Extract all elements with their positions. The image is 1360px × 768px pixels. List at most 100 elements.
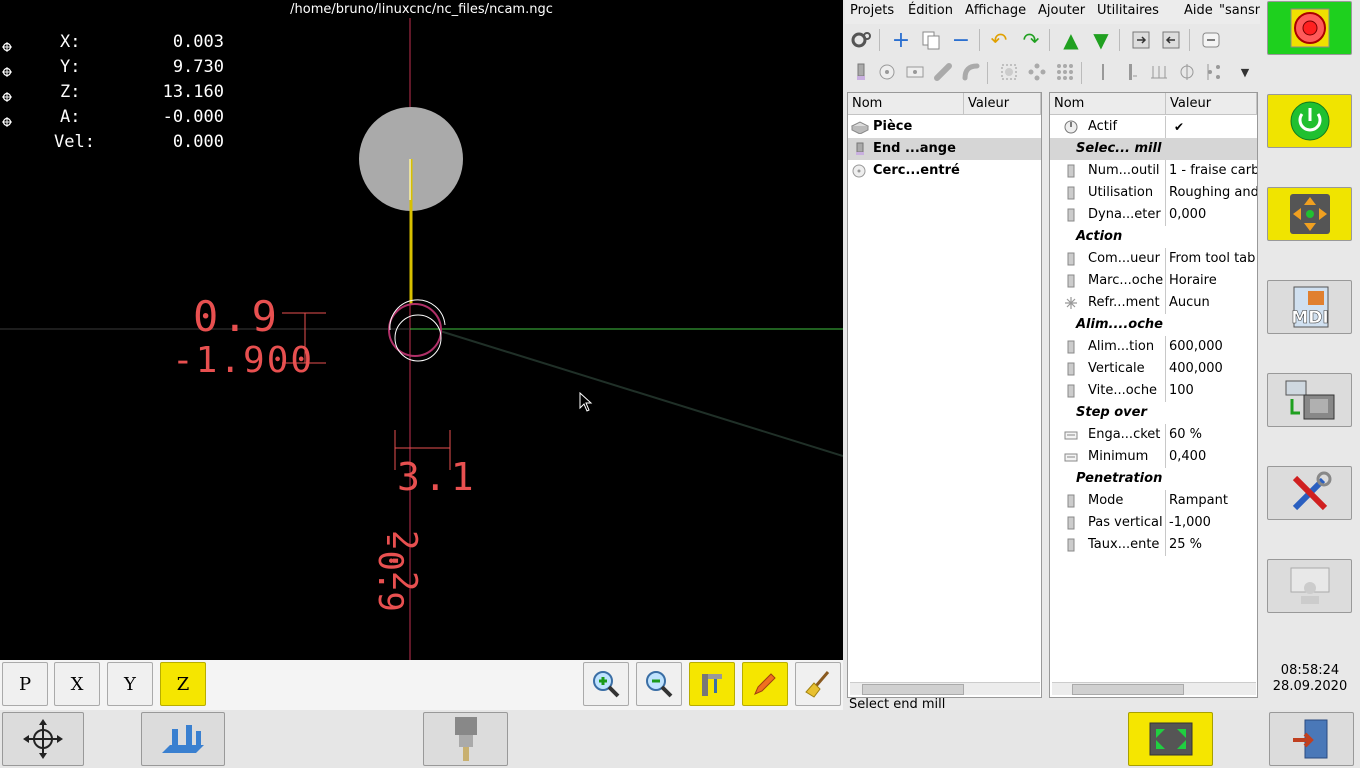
undo-icon[interactable]: ↶ xyxy=(987,28,1011,52)
menu-utilitaires[interactable]: Utilitaires xyxy=(1097,3,1159,18)
manual-mode-button[interactable] xyxy=(1267,187,1352,241)
add-icon[interactable]: + xyxy=(889,28,913,53)
property-row[interactable]: Utilisation Roughing and xyxy=(1050,182,1257,204)
tree-header-value[interactable]: Valeur xyxy=(964,93,1041,115)
property-row[interactable]: Actif ✔ xyxy=(1050,116,1257,138)
property-row[interactable]: Com...ueur From tool tab xyxy=(1050,248,1257,270)
jog-view-button[interactable] xyxy=(2,712,84,766)
pocket-icon[interactable] xyxy=(997,60,1021,84)
collapse-icon[interactable] xyxy=(1199,28,1223,52)
user-tab-button[interactable] xyxy=(1267,559,1352,613)
tree-item-circle[interactable]: Cerc...entré xyxy=(848,160,1041,182)
property-category[interactable]: Step over xyxy=(1050,402,1257,424)
clear-plot-button[interactable] xyxy=(795,662,841,706)
properties-horizontal-scrollbar[interactable] xyxy=(1052,682,1256,695)
move-up-icon[interactable]: ▲ xyxy=(1059,28,1083,52)
gear-settings-icon[interactable] xyxy=(849,28,873,52)
property-category[interactable]: Alim....oche xyxy=(1050,314,1257,336)
property-value[interactable]: Aucun xyxy=(1169,292,1257,314)
toolbar-overflow-icon[interactable]: ▼ xyxy=(1233,60,1257,84)
remove-icon[interactable]: − xyxy=(949,28,973,53)
view-x-button[interactable]: X xyxy=(54,662,100,706)
property-value[interactable]: 0,000 xyxy=(1169,204,1257,226)
fullscreen-button[interactable] xyxy=(1128,712,1213,766)
duplicate-icon[interactable] xyxy=(919,28,943,52)
menu-edition[interactable]: Édition xyxy=(908,3,953,18)
property-category[interactable]: Penetration xyxy=(1050,468,1257,490)
property-value[interactable]: 60 % xyxy=(1169,424,1257,446)
unindent-icon[interactable] xyxy=(1159,28,1183,52)
property-value[interactable]: -1,000 xyxy=(1169,512,1257,534)
scrollbar-thumb[interactable] xyxy=(862,684,964,695)
menu-file-name[interactable]: "sansn xyxy=(1219,3,1263,18)
zoom-in-button[interactable] xyxy=(583,662,629,706)
drill-pattern-icon[interactable] xyxy=(1203,60,1227,84)
arc-slot-icon[interactable] xyxy=(959,60,983,84)
property-value[interactable]: 100 xyxy=(1169,380,1257,402)
property-value[interactable]: Roughing and xyxy=(1169,182,1257,204)
property-row[interactable]: Dyna...eter 0,000 xyxy=(1050,204,1257,226)
property-category[interactable]: Selec... mill xyxy=(1050,138,1257,160)
drill-grid-icon[interactable] xyxy=(1147,60,1171,84)
view-p-button[interactable]: P xyxy=(2,662,48,706)
property-category[interactable]: Action xyxy=(1050,226,1257,248)
fixtures-button[interactable] xyxy=(141,712,225,766)
end-mill-icon[interactable] xyxy=(849,60,873,84)
tree-item-end-mill[interactable]: End ...ange xyxy=(848,138,1041,160)
drill-circle-icon[interactable] xyxy=(1175,60,1199,84)
property-value[interactable]: 0,400 xyxy=(1169,446,1257,468)
property-value[interactable]: 1 - fraise carb xyxy=(1169,160,1257,182)
property-row[interactable]: Enga...cket 60 % xyxy=(1050,424,1257,446)
property-value[interactable]: 25 % xyxy=(1169,534,1257,556)
property-row[interactable]: Mode Rampant xyxy=(1050,490,1257,512)
property-row[interactable]: Verticale 400,000 xyxy=(1050,358,1257,380)
tree-item-piece[interactable]: Pièce xyxy=(848,116,1041,138)
property-value[interactable]: Horaire xyxy=(1169,270,1257,292)
property-row[interactable]: Refr...ment Aucun xyxy=(1050,292,1257,314)
drill-icon[interactable] xyxy=(1091,60,1115,84)
properties-header-value[interactable]: Valeur xyxy=(1166,93,1257,115)
property-row[interactable]: Minimum 0,400 xyxy=(1050,446,1257,468)
property-value[interactable]: From tool tab xyxy=(1169,248,1257,270)
slot-icon[interactable] xyxy=(931,60,955,84)
zoom-out-button[interactable] xyxy=(636,662,682,706)
scrollbar-thumb[interactable] xyxy=(1072,684,1184,695)
active-checkbox[interactable]: ✔ xyxy=(1174,116,1257,138)
auto-mode-button[interactable] xyxy=(1267,373,1352,427)
gcode-preview[interactable]: /home/bruno/linuxcnc/nc_files/ncam.ngc X… xyxy=(0,0,843,660)
machine-power-button[interactable] xyxy=(1267,94,1352,148)
property-row[interactable]: Marc...oche Horaire xyxy=(1050,270,1257,292)
move-down-icon[interactable]: ▼ xyxy=(1089,28,1113,52)
menu-affichage[interactable]: Affichage xyxy=(965,3,1026,18)
show-path-toggle-button[interactable] xyxy=(742,662,788,706)
tap-icon[interactable] xyxy=(1119,60,1143,84)
property-value[interactable]: 600,000 xyxy=(1169,336,1257,358)
property-value[interactable]: Rampant xyxy=(1169,490,1257,512)
circle-icon[interactable] xyxy=(875,60,899,84)
grid-pattern-icon[interactable] xyxy=(1053,60,1077,84)
properties-tree[interactable]: Nom Valeur Actif ✔ Selec... mill Num...outi… xyxy=(1049,92,1258,698)
indent-icon[interactable] xyxy=(1129,28,1153,52)
property-row[interactable]: Taux...ente 25 % xyxy=(1050,534,1257,556)
view-y-button[interactable]: Y xyxy=(107,662,153,706)
view-z-button[interactable]: Z xyxy=(160,662,206,706)
mdi-button[interactable]: MDI xyxy=(1267,280,1352,334)
tree-header-name[interactable]: Nom xyxy=(848,93,964,115)
properties-header-name[interactable]: Nom xyxy=(1050,93,1166,115)
redo-icon[interactable]: ↷ xyxy=(1019,28,1043,52)
menu-ajouter[interactable]: Ajouter xyxy=(1038,3,1085,18)
emergency-stop-button[interactable] xyxy=(1267,1,1352,55)
rectangle-icon[interactable] xyxy=(903,60,927,84)
tool-table-button[interactable] xyxy=(423,712,508,766)
property-row[interactable]: Pas vertical -1,000 xyxy=(1050,512,1257,534)
property-value[interactable]: 400,000 xyxy=(1169,358,1257,380)
menu-projets[interactable]: Projets xyxy=(850,3,894,18)
property-row[interactable]: Vite...oche 100 xyxy=(1050,380,1257,402)
property-row[interactable]: Num...outil 1 - fraise carb xyxy=(1050,160,1257,182)
menu-aide[interactable]: Aide xyxy=(1184,3,1213,18)
dimensions-toggle-button[interactable] xyxy=(689,662,735,706)
settings-button[interactable] xyxy=(1267,466,1352,520)
circular-pattern-icon[interactable] xyxy=(1025,60,1049,84)
property-row[interactable]: Alim...tion 600,000 xyxy=(1050,336,1257,358)
tree-horizontal-scrollbar[interactable] xyxy=(850,682,1040,695)
